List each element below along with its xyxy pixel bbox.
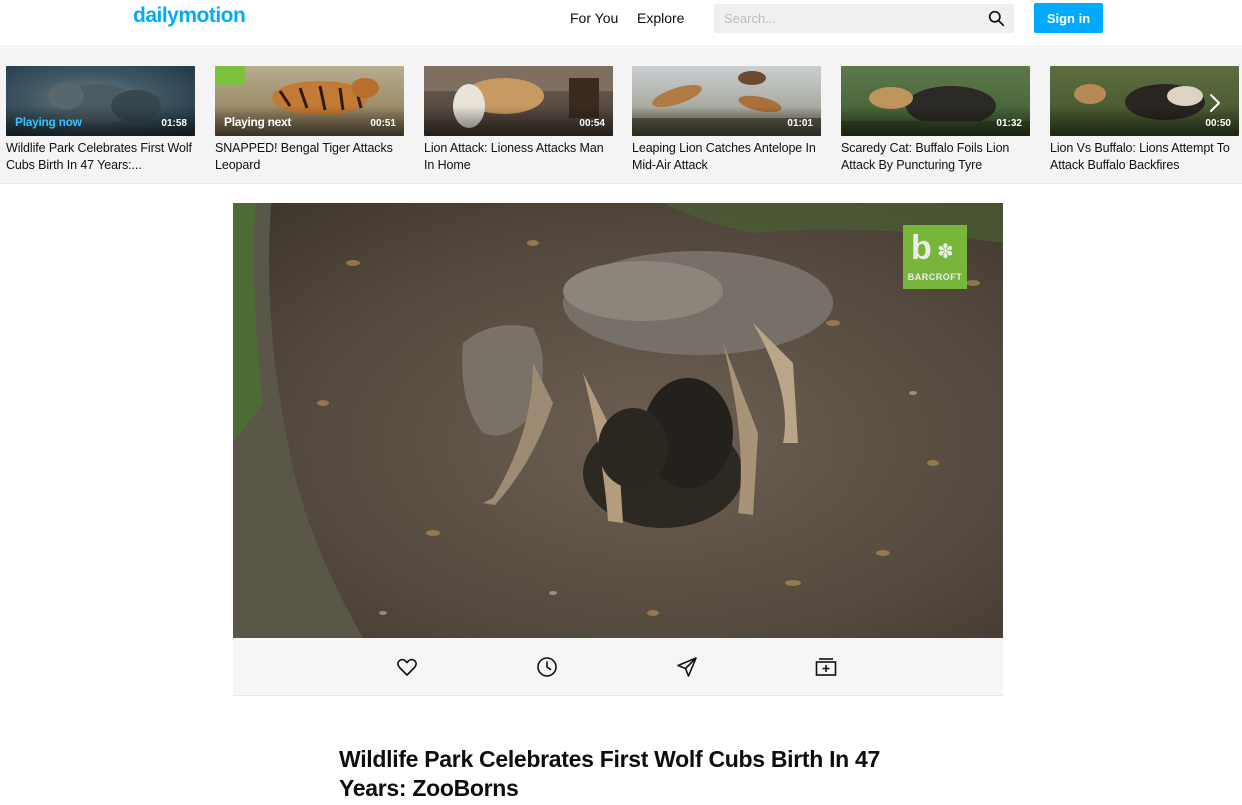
video-thumbnail[interactable]: 00:54 [424, 66, 613, 136]
top-header: dailymotion For You Explore Sign in [0, 0, 1242, 47]
playlist-card[interactable]: 01:32 Scaredy Cat: Buffalo Foils Lion At… [841, 66, 1030, 174]
card-title[interactable]: Leaping Lion Catches Antelope In Mid-Air… [632, 140, 821, 174]
search-bar [714, 4, 1014, 33]
barcroft-watermark: b ✽ BARCROFT [903, 225, 967, 289]
barcroft-badge [215, 66, 245, 86]
playing-next-label: Playing next [224, 115, 292, 129]
video-action-bar [233, 638, 1003, 696]
add-to-playlist-icon[interactable] [814, 655, 838, 679]
heart-icon[interactable] [395, 655, 419, 679]
video-player[interactable]: b ✽ BARCROFT [233, 203, 1003, 638]
playlist-card[interactable]: 01:01 Leaping Lion Catches Antelope In M… [632, 66, 821, 174]
video-duration: 01:58 [161, 118, 187, 129]
video-thumbnail[interactable]: 01:01 [632, 66, 821, 136]
card-title[interactable]: Wildlife Park Celebrates First Wolf Cubs… [6, 140, 195, 174]
card-title[interactable]: SNAPPED! Bengal Tiger Attacks Leopard [215, 140, 404, 174]
search-input[interactable] [714, 4, 984, 33]
video-frame [233, 203, 1003, 638]
video-duration: 00:50 [1205, 118, 1231, 129]
send-icon[interactable] [675, 655, 699, 679]
playlist-strip: Playing now 01:58 Wildlife Park Celebrat… [0, 48, 1242, 184]
dailymotion-logo[interactable]: dailymotion [133, 4, 246, 28]
playlist-card[interactable]: 00:54 Lion Attack: Lioness Attacks Man I… [424, 66, 613, 174]
playlist-card[interactable]: Playing next 00:51 SNAPPED! Bengal Tiger… [215, 66, 404, 174]
card-title[interactable]: Lion Vs Buffalo: Lions Attempt To Attack… [1050, 140, 1239, 174]
video-thumbnail[interactable]: 01:32 [841, 66, 1030, 136]
video-duration: 00:51 [370, 118, 396, 129]
clock-icon[interactable] [535, 655, 559, 679]
playing-now-label: Playing now [15, 115, 82, 129]
video-thumbnail[interactable]: Playing now 01:58 [6, 66, 195, 136]
video-thumbnail[interactable]: Playing next 00:51 [215, 66, 404, 136]
playlist-card[interactable]: Playing now 01:58 Wildlife Park Celebrat… [6, 66, 195, 174]
video-duration: 01:32 [996, 118, 1022, 129]
playlist-card[interactable]: 00:50 Lion Vs Buffalo: Lions Attempt To … [1050, 66, 1239, 174]
video-title: Wildlife Park Celebrates First Wolf Cubs… [339, 746, 880, 801]
nav-for-you[interactable]: For You [570, 10, 618, 26]
search-icon[interactable] [988, 10, 1005, 27]
paw-icon: ✽ [937, 241, 954, 263]
nav-explore[interactable]: Explore [637, 10, 684, 26]
card-title[interactable]: Scaredy Cat: Buffalo Foils Lion Attack B… [841, 140, 1030, 174]
card-title[interactable]: Lion Attack: Lioness Attacks Man In Home [424, 140, 613, 174]
video-duration: 01:01 [787, 118, 813, 129]
chevron-right-icon[interactable] [1206, 92, 1224, 114]
video-duration: 00:54 [579, 118, 605, 129]
sign-in-button[interactable]: Sign in [1034, 3, 1103, 33]
